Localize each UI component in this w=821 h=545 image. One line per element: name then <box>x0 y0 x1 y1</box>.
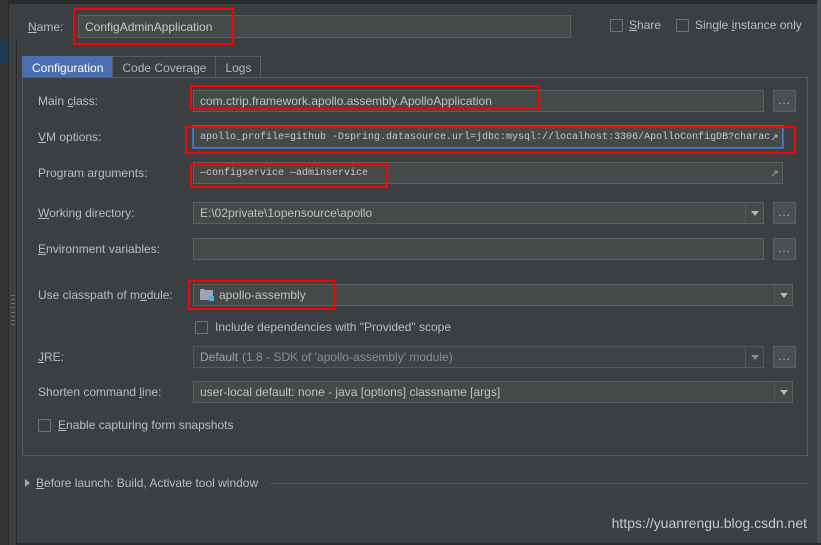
window-top-edge <box>0 0 821 4</box>
tab-bar: Configuration Code Coverage Logs <box>22 55 262 78</box>
program-arguments-input[interactable]: —configservice —adminservice <box>193 162 783 184</box>
working-directory-input[interactable]: E:\02private\1opensource\apollo <box>193 202 764 224</box>
chevron-down-icon[interactable] <box>745 347 763 367</box>
environment-variables-row: Environment variables: ... <box>23 238 807 262</box>
expand-arrow-icon[interactable] <box>765 163 783 183</box>
main-class-input[interactable]: com.ctrip.framework.apollo.assembly.Apol… <box>193 90 764 112</box>
environment-variables-label: Environment variables: <box>38 242 161 256</box>
jre-label: JRE: <box>38 350 65 364</box>
include-provided-checkbox[interactable] <box>195 320 208 334</box>
main-class-row: Main class: com.ctrip.framework.apollo.a… <box>23 90 807 114</box>
jre-value: Default <box>200 350 239 364</box>
jre-browse-button[interactable]: ... <box>773 346 796 368</box>
left-tree-rail <box>0 0 9 545</box>
jre-row: JRE: Default (1.8 - SDK of 'apollo-assem… <box>23 346 807 370</box>
expand-arrow-icon[interactable] <box>765 127 783 147</box>
enable-capturing-label: Enable capturing form snapshots <box>58 418 234 432</box>
enable-capturing-checkbox[interactable] <box>38 418 51 432</box>
program-arguments-row: Program arguments: —configservice —admin… <box>23 162 807 186</box>
jre-combo[interactable]: Default (1.8 - SDK of 'apollo-assembly' … <box>193 346 764 368</box>
main-class-value: com.ctrip.framework.apollo.assembly.Apol… <box>200 94 492 108</box>
vm-options-value: apollo_profile=github -Dspring.datasourc… <box>200 131 771 143</box>
working-directory-row: Working directory: E:\02private\1opensou… <box>23 202 807 226</box>
chevron-down-icon[interactable] <box>774 285 792 305</box>
environment-variables-input[interactable] <box>193 238 764 260</box>
chevron-down-icon[interactable] <box>774 382 792 402</box>
tab-code-coverage[interactable]: Code Coverage <box>112 56 217 78</box>
single-instance-label: Single instance only <box>695 18 802 32</box>
selected-config-indicator <box>0 41 8 63</box>
run-configuration-dialog: Name: ConfigAdminApplication Share Singl… <box>0 0 821 545</box>
window-right-edge <box>817 0 821 545</box>
tab-configuration[interactable]: Configuration <box>22 56 114 78</box>
include-provided-row[interactable]: Include dependencies with "Provided" sco… <box>195 320 451 334</box>
vm-options-input[interactable]: apollo_profile=github -Dspring.datasourc… <box>192 125 784 149</box>
single-instance-checkbox-row[interactable]: Single instance only <box>676 18 802 32</box>
share-checkbox[interactable] <box>610 18 623 32</box>
environment-variables-browse-button[interactable]: ... <box>773 238 796 260</box>
name-label: Name: <box>28 20 64 34</box>
name-input-value: ConfigAdminApplication <box>85 19 213 34</box>
tab-logs[interactable]: Logs <box>215 56 262 78</box>
configuration-panel: Main class: com.ctrip.framework.apollo.a… <box>22 77 808 456</box>
working-directory-value: E:\02private\1opensource\apollo <box>200 206 373 220</box>
program-arguments-label: Program arguments: <box>38 166 148 180</box>
vm-options-row: VM options: apollo_profile=github -Dspri… <box>23 125 807 150</box>
vm-options-label: VM options: <box>38 130 102 144</box>
main-class-browse-button[interactable]: ... <box>773 90 796 112</box>
module-icon <box>200 289 214 301</box>
use-classpath-value: apollo-assembly <box>219 288 306 302</box>
use-classpath-label: Use classpath of module: <box>38 288 173 302</box>
share-checkbox-row[interactable]: Share <box>610 18 661 32</box>
shorten-command-line-combo[interactable]: user-local default: none - java [options… <box>193 381 793 403</box>
name-input[interactable]: ConfigAdminApplication <box>78 15 571 38</box>
splitter-handle[interactable] <box>11 295 15 325</box>
before-launch-section[interactable]: Before launch: Build, Activate tool wind… <box>25 476 808 490</box>
chevron-down-icon[interactable] <box>745 203 763 223</box>
left-panel-edge <box>9 39 17 545</box>
working-directory-label: Working directory: <box>38 206 135 220</box>
include-provided-label: Include dependencies with "Provided" sco… <box>215 320 452 334</box>
single-instance-checkbox[interactable] <box>676 18 689 32</box>
shorten-command-line-row: Shorten command line: user-local default… <box>23 381 807 405</box>
working-directory-browse-button[interactable]: ... <box>773 202 796 224</box>
enable-capturing-row[interactable]: Enable capturing form snapshots <box>38 418 233 432</box>
shorten-command-line-label: Shorten command line: <box>38 385 162 399</box>
chevron-right-icon[interactable] <box>25 479 30 487</box>
use-classpath-row: Use classpath of module: apollo-assembly <box>23 284 807 308</box>
name-row: Name: ConfigAdminApplication Share Singl… <box>28 15 808 41</box>
main-class-label: Main class: <box>38 94 99 108</box>
before-launch-divider <box>270 482 808 484</box>
watermark: https://yuanrengu.blog.csdn.net <box>611 515 807 531</box>
before-launch-label: Before launch: Build, Activate tool wind… <box>36 476 259 490</box>
share-label: Share <box>629 18 662 32</box>
use-classpath-combo[interactable]: apollo-assembly <box>193 284 793 306</box>
jre-value-detail: (1.8 - SDK of 'apollo-assembly' module) <box>242 350 453 364</box>
program-arguments-value: —configservice —adminservice <box>200 167 369 179</box>
shorten-command-line-value: user-local default: none - java [options… <box>200 385 501 399</box>
